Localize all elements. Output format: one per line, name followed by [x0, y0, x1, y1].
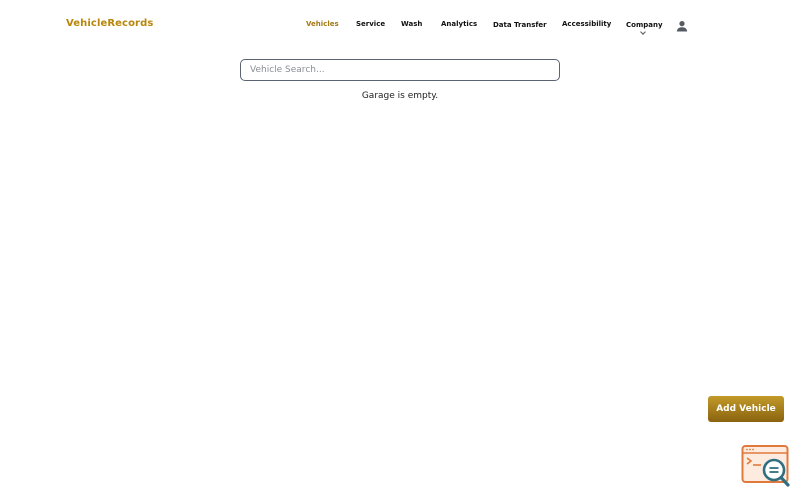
nav-company[interactable]: Company — [626, 21, 663, 29]
console-search-icon[interactable] — [741, 444, 791, 490]
user-icon[interactable] — [675, 18, 689, 32]
nav-vehicles[interactable]: Vehicles — [306, 20, 339, 28]
top-navbar: VehicleRecords Vehicles Service Wash Ana… — [0, 0, 800, 50]
nav-data-transfer[interactable]: Data Transfer — [493, 21, 547, 29]
vehicle-search-input[interactable] — [240, 59, 560, 81]
page: VehicleRecords Vehicles Service Wash Ana… — [0, 0, 800, 500]
nav-service[interactable]: Service — [356, 20, 385, 28]
empty-garage-message: Garage is empty. — [361, 91, 439, 101]
nav-analytics[interactable]: Analytics — [441, 20, 477, 28]
add-vehicle-button[interactable]: Add Vehicle — [708, 396, 784, 422]
nav-wash[interactable]: Wash — [401, 20, 422, 28]
nav-accessibility[interactable]: Accessibility — [562, 20, 611, 28]
